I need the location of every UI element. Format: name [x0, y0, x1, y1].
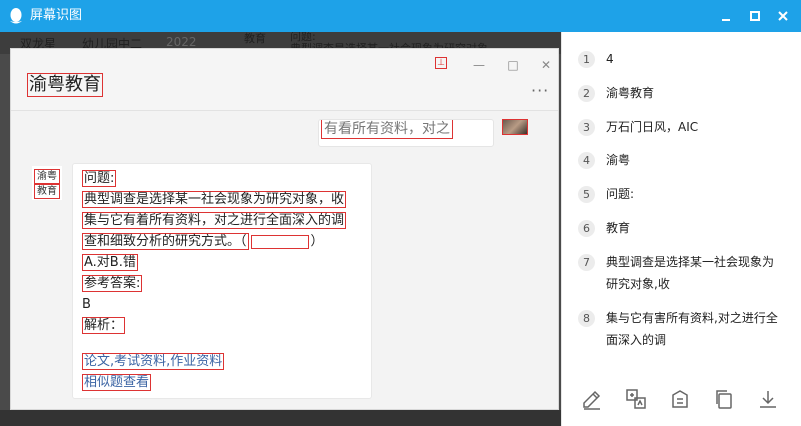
edit-icon[interactable]: [580, 387, 604, 411]
avatar-text: 渝粤: [34, 169, 60, 184]
user-avatar-thumbnail: [502, 119, 528, 135]
item-number: 7: [578, 254, 595, 271]
minimize-icon: [722, 19, 730, 21]
answer-blank: [250, 234, 309, 249]
message-line: A.对B.错: [82, 254, 138, 271]
avatar: 渝粤 教育: [32, 166, 62, 200]
message-bubble-received: 问题: 典型调查是选择某一社会现象为研究对象，收 集与它有着所有资料，对之进行全…: [72, 163, 372, 399]
more-icon: ···: [531, 81, 550, 100]
chat-window: 渝粤教育 ⊥ — □ ✕ ··· 有看所有资料，对之 渝粤 教育 问题: 典型调…: [10, 48, 559, 410]
download-icon[interactable]: [756, 387, 780, 411]
message-line: 问题:: [82, 170, 117, 187]
item-number: 6: [578, 220, 595, 237]
message-line: 集与它有着所有资料，对之进行全面深入的调: [82, 212, 347, 229]
message-line: 解析：: [82, 317, 126, 334]
item-text: 万石门日风，AIC: [606, 120, 699, 134]
ocr-toolbar: [562, 387, 801, 417]
item-text: 渝粤教育: [606, 86, 655, 100]
item-text: 典型调查是选择某一社会现象为研究对象,收: [606, 255, 775, 291]
message-line: 参考答案:: [82, 275, 143, 292]
pin-icon: ⊥: [435, 57, 447, 69]
ocr-panel: 1 4 2 渝粤教育 3 万石门日风，AIC 4 渝粤 5 问题: 6 教育 7…: [561, 32, 801, 426]
maximize-button[interactable]: [745, 6, 765, 26]
chat-header: 渝粤教育 ⊥ — □ ✕ ···: [11, 49, 558, 111]
item-number: 3: [578, 119, 595, 136]
penguin-icon: [10, 8, 22, 24]
item-text: 教育: [606, 221, 631, 235]
message-text: 有看所有资料，对之: [321, 120, 453, 139]
copy-icon[interactable]: [712, 387, 736, 411]
item-text: 问题:: [606, 187, 635, 201]
close-icon: [778, 11, 788, 21]
chat-maximize-icon: □: [507, 58, 519, 72]
message-link: 论文,考试资料,作业资料: [82, 353, 225, 370]
item-number: 8: [578, 310, 595, 327]
message-line: 查和细致分析的研究方式。（）: [82, 233, 324, 250]
item-text: 4: [606, 52, 614, 66]
message-line: B: [82, 297, 91, 312]
background-text: 教育: [244, 32, 266, 45]
translate-icon[interactable]: [624, 387, 648, 411]
captured-image: 双龙星 幼儿园中二 2022 教育 问题: 典型调查是选择某一社会现象为研究对象…: [0, 32, 561, 426]
item-text: 集与它有害所有资料,对之进行全面深入的调: [606, 311, 778, 347]
item-number: 2: [578, 85, 595, 102]
window-title: 屏幕识图: [30, 8, 83, 23]
minimize-button[interactable]: [716, 6, 736, 26]
share-icon[interactable]: [668, 387, 692, 411]
item-number: 1: [578, 51, 595, 68]
close-button[interactable]: [773, 6, 793, 26]
message-link: 相似题查看: [82, 374, 152, 391]
title-bar: 屏幕识图: [0, 0, 801, 32]
chat-minimize-icon: —: [473, 58, 485, 72]
maximize-icon: [750, 11, 760, 21]
message-line: 典型调查是选择某一社会现象为研究对象，收: [82, 191, 347, 208]
item-text: 渝粤: [606, 153, 631, 167]
background-chat-strip: [0, 410, 561, 426]
item-number: 4: [578, 152, 595, 169]
background-text: 2022: [166, 35, 197, 49]
message-bubble-sent: 有看所有资料，对之: [318, 119, 494, 147]
avatar-text: 教育: [34, 184, 60, 199]
chat-close-icon: ✕: [540, 58, 552, 72]
chat-title: 渝粤教育: [27, 73, 103, 97]
item-number: 5: [578, 186, 595, 203]
